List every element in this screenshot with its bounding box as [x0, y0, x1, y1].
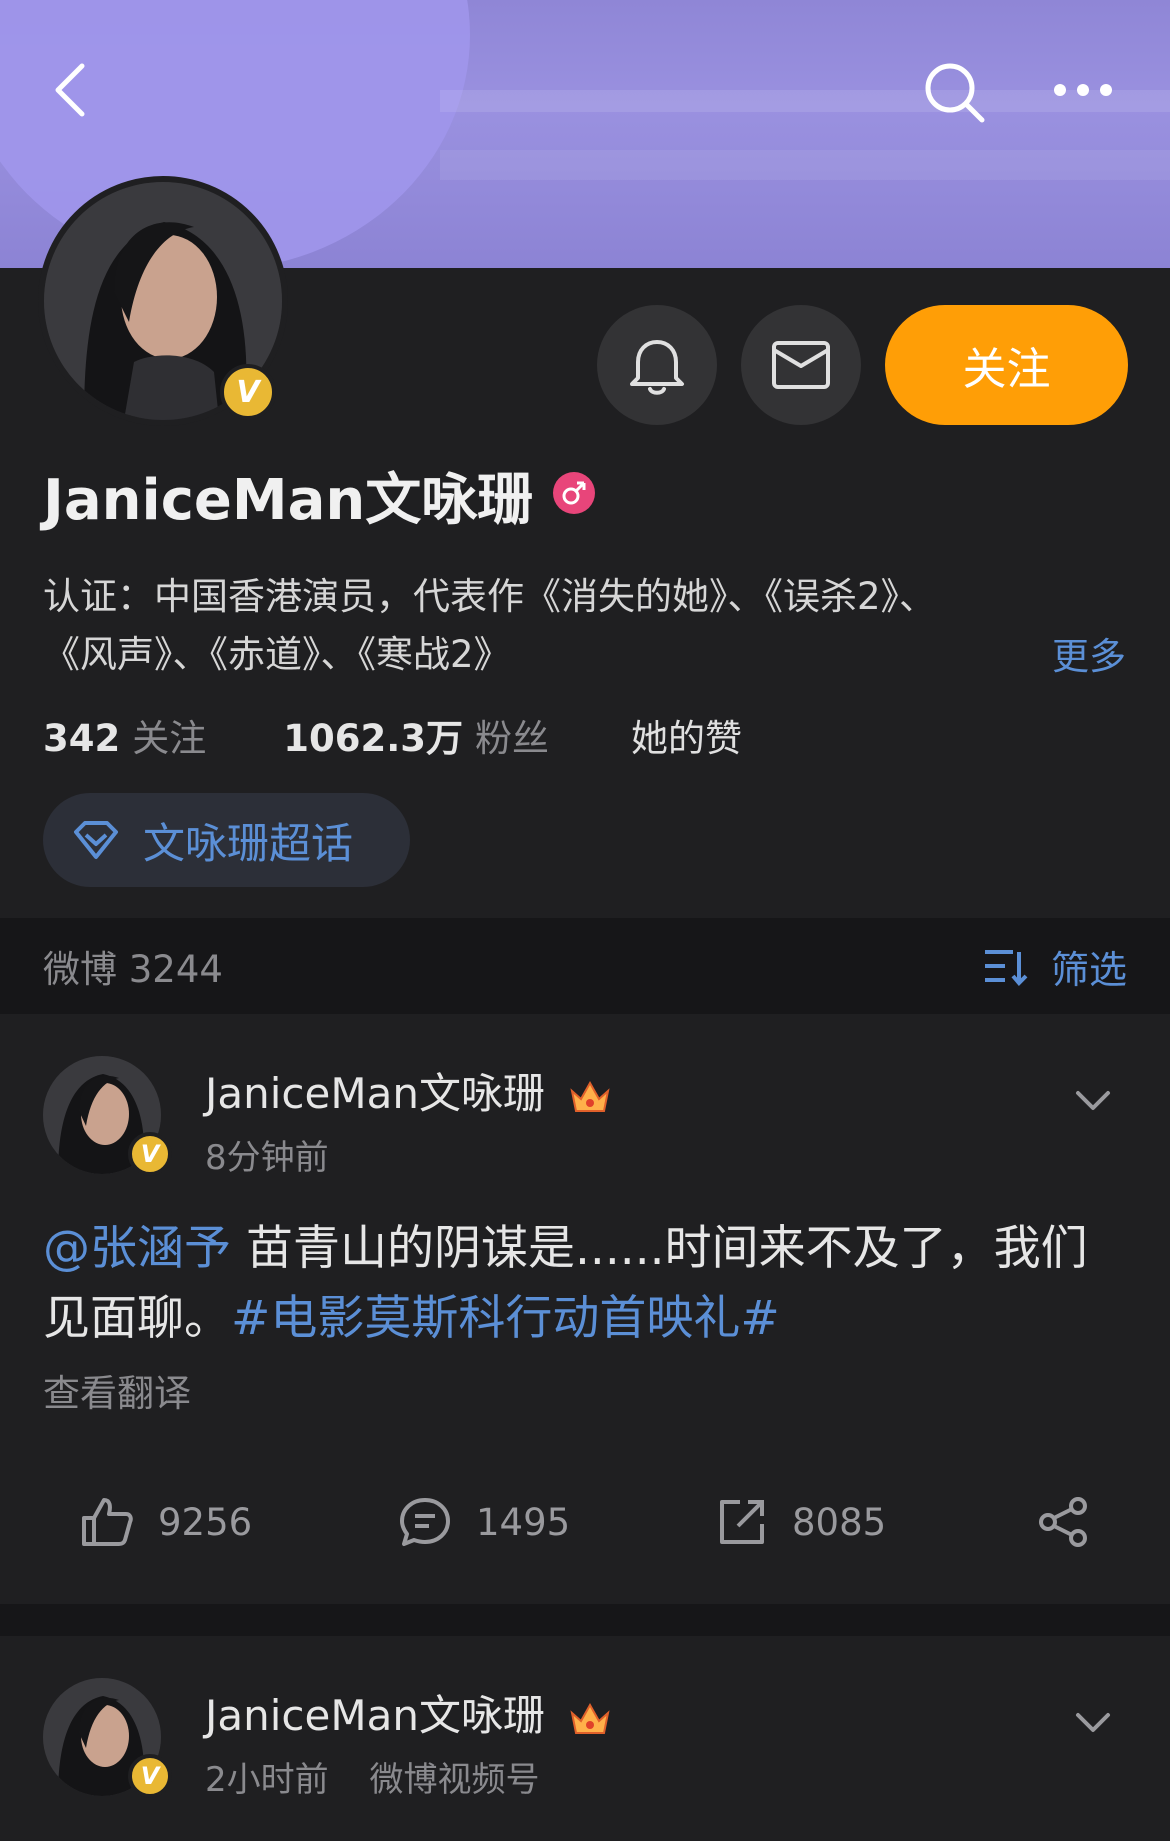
- stat-likes[interactable]: 她的赞: [631, 708, 742, 762]
- post-text: @张涵予 苗青山的阴谋是......时间来不及了，我们见面聊。#电影莫斯科行动首…: [43, 1221, 1088, 1346]
- mention-link[interactable]: @张涵予: [43, 1221, 231, 1276]
- banner-stripe: [440, 150, 1170, 180]
- hashtag-link[interactable]: #电影莫斯科行动首映礼#: [231, 1291, 780, 1346]
- comment-button[interactable]: 1495: [398, 1496, 570, 1548]
- chevron-down-icon[interactable]: [1075, 1712, 1111, 1734]
- female-icon: [553, 472, 595, 514]
- more-dots-icon: [1054, 84, 1112, 96]
- bell-icon: [630, 340, 684, 395]
- repost-icon: [720, 1500, 764, 1544]
- search-icon: [925, 63, 985, 123]
- chevron-down-icon[interactable]: [1075, 1090, 1111, 1112]
- comment-icon: [400, 1498, 450, 1546]
- bio-line: 《风声》、《赤道》、《寒战2》: [43, 633, 511, 676]
- filter-icon: [984, 950, 1028, 986]
- post-author-name[interactable]: JaniceMan文咏珊: [205, 1682, 612, 1743]
- back-arrow-icon: [55, 63, 85, 117]
- post-author-name[interactable]: JaniceMan文咏珊: [205, 1060, 612, 1121]
- search-button[interactable]: [920, 58, 990, 128]
- message-button[interactable]: [741, 305, 861, 425]
- post-divider: [0, 1604, 1170, 1636]
- bio-line: 认证：中国香港演员，代表作《消失的她》、《误杀2》、: [43, 575, 937, 618]
- share-icon: [1039, 1497, 1087, 1547]
- like-button[interactable]: 9256: [80, 1496, 252, 1548]
- verified-badge: V: [128, 1132, 172, 1176]
- crown-icon: [570, 1702, 610, 1734]
- back-button[interactable]: [40, 60, 100, 120]
- repost-button[interactable]: 8085: [716, 1496, 886, 1548]
- post-meta: 2小时前 微博视频号: [205, 1752, 539, 1801]
- post-card: V JaniceMan文咏珊 2小时前 微博视频号: [0, 1636, 1170, 1841]
- follow-button[interactable]: 关注: [885, 305, 1128, 425]
- profile-stats: 342 关注 1062.3万 粉丝 她的赞: [43, 708, 742, 762]
- crown-icon: [570, 1080, 610, 1112]
- supertopic-button[interactable]: 文咏珊超话: [43, 793, 410, 887]
- stat-followers[interactable]: 1062.3万 粉丝: [283, 708, 549, 762]
- post-actions: 9256 1495 8085: [0, 1496, 1170, 1556]
- post-time: 8分钟前: [205, 1138, 329, 1178]
- thumbs-up-icon: [82, 1498, 133, 1546]
- share-button[interactable]: [1036, 1496, 1090, 1548]
- profile-bio: 认证：中国香港演员，代表作《消失的她》、《误杀2》、 《风声》、《赤道》、《寒战…: [43, 568, 1083, 684]
- post-time: 2小时前: [205, 1760, 329, 1800]
- post-source[interactable]: 微博视频号: [369, 1760, 539, 1800]
- notification-bell-button[interactable]: [597, 305, 717, 425]
- verified-badge: V: [220, 364, 276, 420]
- post-count: 微博 3244: [43, 948, 223, 991]
- more-button[interactable]: [1050, 70, 1116, 110]
- feed-header: 微博 3244 筛选: [0, 918, 1170, 1014]
- mail-icon: [772, 341, 830, 389]
- diamond-icon: [74, 821, 118, 859]
- stat-following[interactable]: 342 关注: [43, 708, 206, 762]
- profile-name: JaniceMan文咏珊: [43, 468, 534, 533]
- verified-badge: V: [128, 1754, 172, 1798]
- bio-more-link[interactable]: 更多: [1052, 626, 1126, 680]
- filter-button[interactable]: 筛选: [983, 939, 1127, 994]
- translate-link[interactable]: 查看翻译: [43, 1363, 191, 1417]
